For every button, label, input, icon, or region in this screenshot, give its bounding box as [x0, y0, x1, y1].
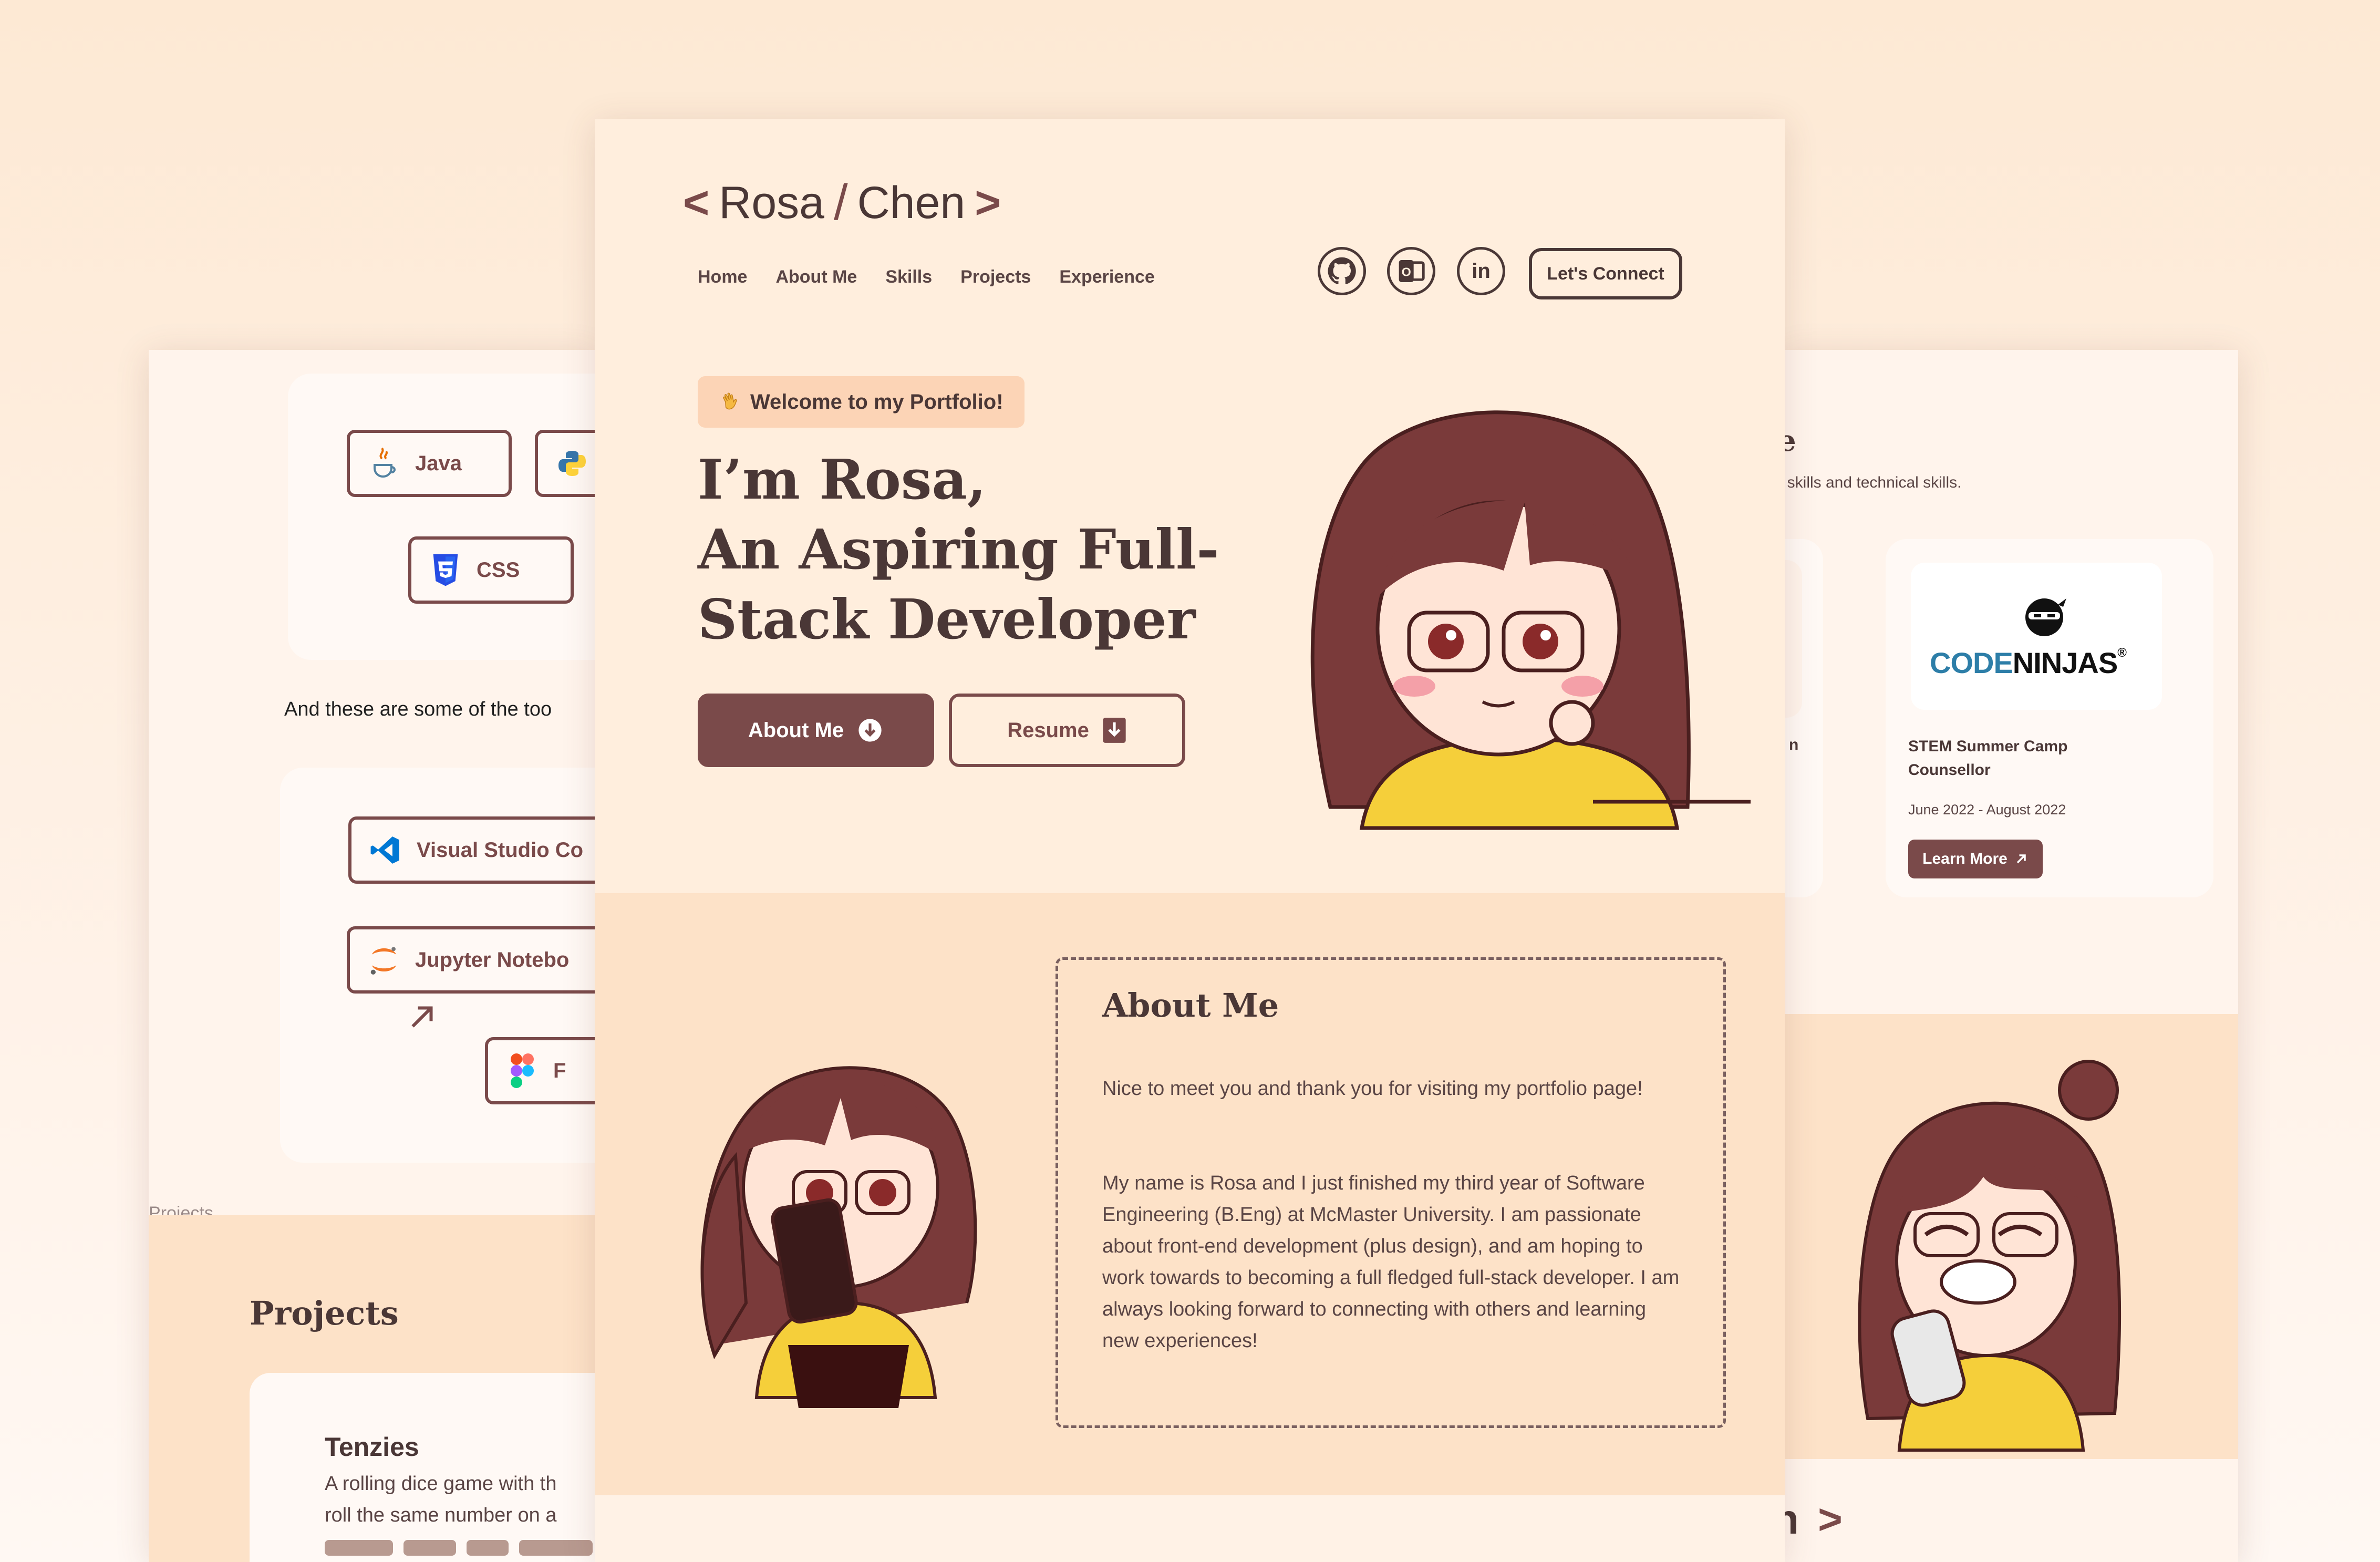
about-me-paragraph: My name is Rosa and I just finished my t… [1102, 1172, 1680, 1352]
main-nav: Home About Me Skills Projects Experience [698, 267, 1155, 287]
waving-hand-icon [723, 392, 737, 410]
nav-skills[interactable]: Skills [885, 267, 932, 287]
svg-text:O: O [1402, 265, 1411, 278]
logo-bracket: < [683, 177, 710, 228]
arrow-down-circle-icon [858, 719, 882, 742]
languages-box [288, 374, 595, 660]
skill-chip-css[interactable]: CSS [408, 536, 574, 604]
linkedin-glyph: in [1472, 259, 1491, 283]
skill-chip-python[interactable] [535, 430, 595, 497]
hero-line: An Aspiring Full- [698, 517, 1219, 582]
site-logo[interactable]: < Rosa / Chen > [683, 174, 1001, 232]
next-section [595, 1495, 1785, 1562]
rosa-phone-thinking-illustration [700, 1066, 977, 1408]
arrow-up-right-icon [2016, 854, 2026, 864]
figma-icon [506, 1053, 539, 1088]
logo-bracket: > [975, 177, 1001, 228]
experience-card-fragment: n [1789, 736, 1799, 753]
code-ninjas-logo: CODENINJAS® [1911, 563, 2162, 710]
tool-chip-label: Jupyter Notebo [415, 948, 570, 971]
java-icon [368, 447, 400, 480]
jupyter-icon [368, 944, 400, 976]
hero-heading: I’m Rosa, An Aspiring Full- Stack Develo… [698, 444, 1219, 654]
experience-role: STEM Summer Camp Counsellor [1908, 738, 2068, 779]
lets-connect-button[interactable]: Let's Connect [1529, 248, 1682, 299]
skills-page-preview: Java CSS And these are some of the too V… [149, 350, 595, 1562]
experience-dates: June 2022 - August 2022 [1908, 802, 2066, 818]
about-me-section: About Me Nice to meet you and thank you … [595, 893, 1785, 1495]
nav-projects[interactable]: Projects [960, 267, 1031, 287]
tool-chip-label: F [553, 1059, 566, 1082]
download-icon [1103, 718, 1126, 743]
nav-home[interactable]: Home [698, 267, 747, 287]
welcome-badge-label: Welcome to my Portfolio! [750, 390, 1003, 413]
projects-section: Projects Tenzies A rolling dice game wit… [149, 1215, 595, 1562]
contact-section [1784, 1014, 2238, 1459]
home-page-preview: < Rosa / Chen > Home About Me Skills Pro… [595, 119, 1785, 1562]
logo-first-name: Rosa [719, 177, 824, 228]
rosa-hero-illustration [1310, 410, 1751, 830]
rosa-phone-illustration [1858, 1060, 2122, 1452]
about-me-card: About Me Nice to meet you and thank you … [1056, 957, 1726, 1428]
welcome-badge: Welcome to my Portfolio! [698, 376, 1025, 428]
tool-chip-label: Visual Studio Co [417, 838, 584, 862]
experience-page-preview: e t skills and technical skills. n CODEN… [1784, 350, 2238, 1562]
hero-line: I’m Rosa, [698, 447, 987, 512]
project-tags [325, 1540, 593, 1556]
tool-chip-figma[interactable]: F [485, 1037, 595, 1104]
learn-more-button[interactable]: Learn More [1908, 840, 2043, 878]
experience-card-partial[interactable]: n [1784, 539, 1823, 897]
about-me-button-label: About Me [748, 718, 844, 742]
project-card[interactable]: Tenzies A rolling dice game with th roll… [250, 1373, 595, 1562]
nav-experience[interactable]: Experience [1059, 267, 1154, 287]
lets-connect-label: Let's Connect [1547, 263, 1664, 284]
projects-heading: Projects [250, 1294, 399, 1332]
about-me-paragraph: Nice to meet you and thank you for visit… [1102, 1078, 1643, 1100]
vscode-icon [369, 834, 402, 866]
python-icon [556, 447, 588, 480]
hero-line: Stack Developer [698, 587, 1196, 651]
logo-last-name: Chen [857, 177, 966, 228]
github-icon[interactable] [1318, 247, 1366, 295]
tool-chip-vscode[interactable]: Visual Studio Co [348, 816, 595, 884]
experience-heading-fragment: e [1784, 423, 1796, 458]
skill-chip-java[interactable]: Java [347, 430, 512, 497]
resume-button[interactable]: Resume [949, 694, 1185, 767]
code-ninjas-wordmark: CODENINJAS® [1930, 646, 2127, 679]
project-description-line: roll the same number on a [325, 1504, 557, 1526]
tool-chip-jupyter[interactable]: Jupyter Notebo [347, 926, 595, 994]
nav-about-me[interactable]: About Me [775, 267, 857, 287]
footer-logo-fragment: n > [1784, 1496, 1843, 1543]
external-link-icon[interactable] [406, 1001, 438, 1036]
experience-card-code-ninjas[interactable]: CODENINJAS® STEM Summer Camp Counsellor … [1886, 539, 2213, 897]
about-me-button[interactable]: About Me [698, 694, 934, 767]
css-icon [429, 554, 462, 586]
project-description-line: A rolling dice game with th [325, 1473, 557, 1495]
tools-intro-text: And these are some of the too [284, 698, 552, 720]
resume-button-label: Resume [1007, 718, 1089, 742]
project-title: Tenzies [325, 1432, 419, 1462]
experience-subtitle: t skills and technical skills. [1784, 474, 1962, 491]
logo-slash: / [834, 174, 848, 231]
ninja-head-icon [2025, 598, 2066, 636]
outlook-icon[interactable]: O [1387, 247, 1435, 295]
linkedin-icon[interactable]: in [1457, 247, 1505, 295]
skill-chip-label: Java [415, 451, 462, 475]
skill-chip-label: CSS [477, 558, 520, 582]
learn-more-label: Learn More [1922, 850, 2008, 867]
about-me-title: About Me [1102, 986, 1279, 1025]
